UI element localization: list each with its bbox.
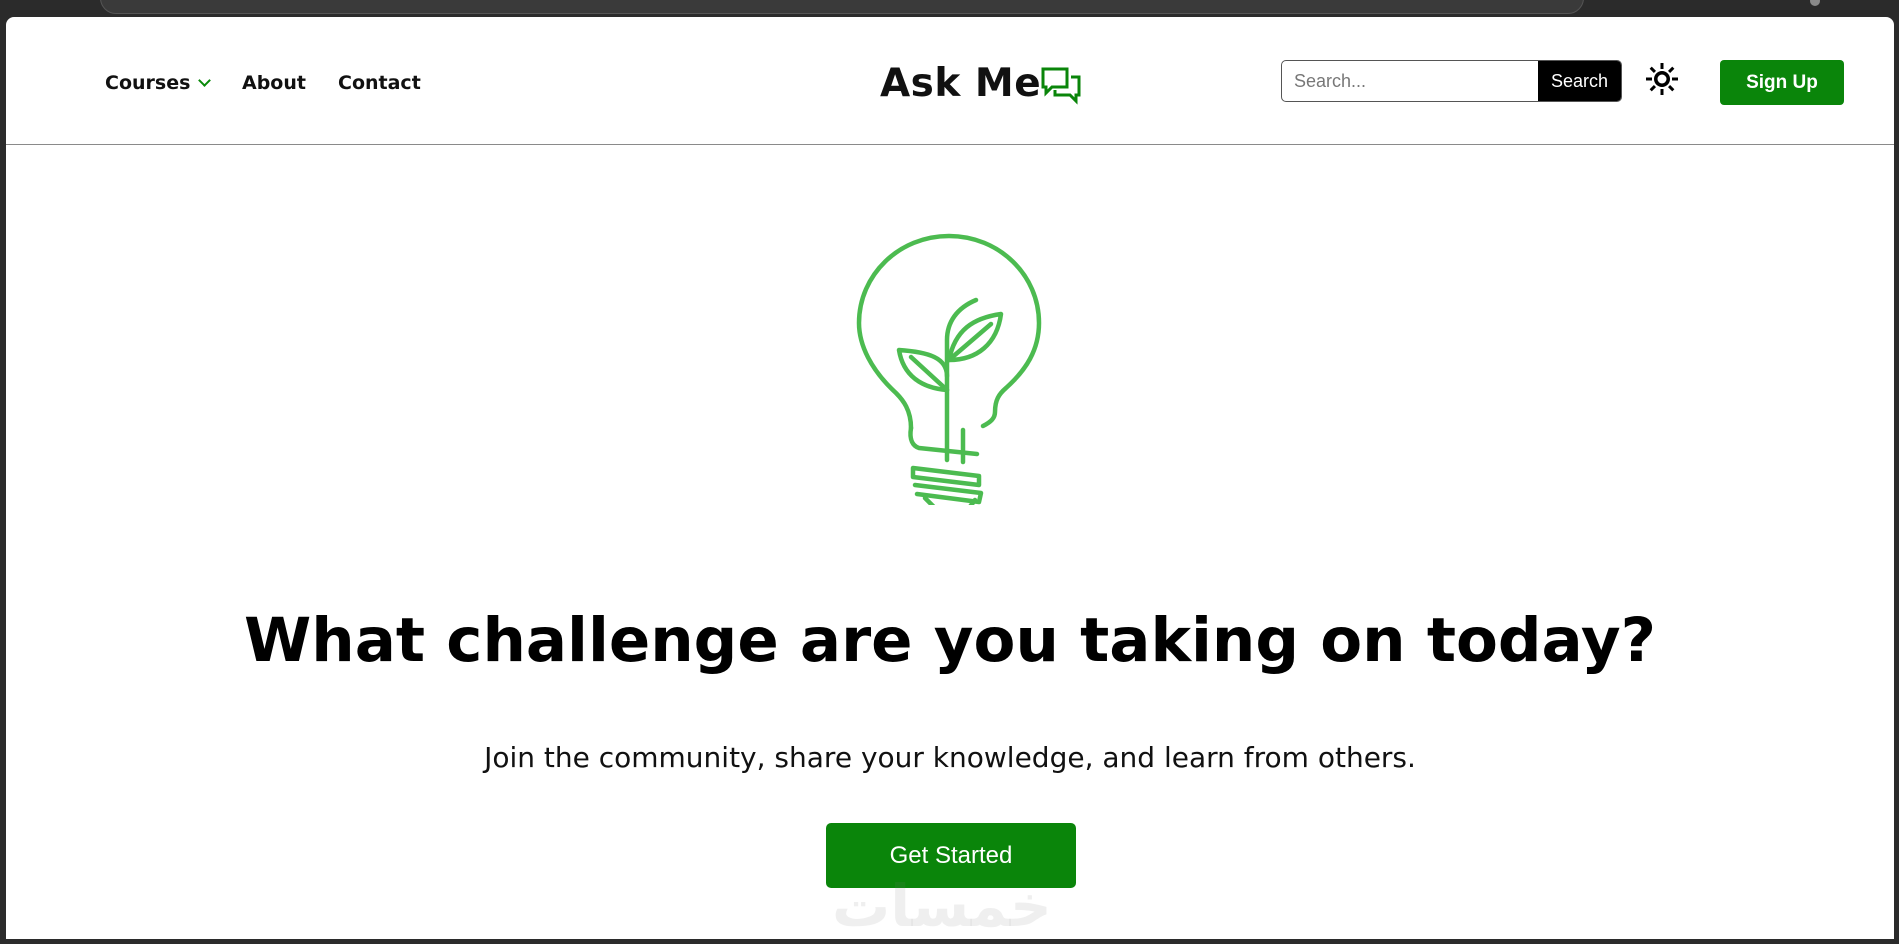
site-header: Courses About Contact Ask Me Search... S…	[6, 17, 1894, 145]
hero-subtitle: Join the community, share your knowledge…	[484, 741, 1416, 774]
theme-toggle-button[interactable]	[1644, 61, 1680, 97]
browser-address-bar[interactable]	[100, 0, 1584, 14]
sun-icon	[1646, 63, 1678, 95]
logo-text: Ask Me	[880, 61, 1042, 106]
page-viewport: Courses About Contact Ask Me Search... S…	[6, 17, 1894, 939]
browser-profile-icon[interactable]	[1810, 0, 1820, 6]
sign-up-button[interactable]: Sign Up	[1720, 60, 1844, 105]
site-logo[interactable]: Ask Me	[880, 61, 1083, 106]
nav-courses-label: Courses	[105, 72, 191, 94]
search-button[interactable]: Search	[1538, 61, 1621, 101]
browser-chrome	[0, 0, 1899, 17]
nav-courses-dropdown[interactable]: Courses	[105, 72, 212, 94]
nav-contact-link[interactable]: Contact	[338, 72, 421, 94]
search-form: Search	[1281, 60, 1622, 102]
hero-title: What challenge are you taking on today?	[244, 605, 1656, 676]
get-started-button[interactable]: Get Started	[826, 823, 1076, 888]
chevron-down-icon	[198, 74, 212, 87]
search-input[interactable]	[1282, 61, 1538, 101]
lightbulb-plant-icon	[856, 233, 1042, 511]
chat-bubbles-icon	[1041, 67, 1081, 105]
hero-illustration	[851, 230, 1047, 511]
nav-about-link[interactable]: About	[242, 72, 306, 94]
